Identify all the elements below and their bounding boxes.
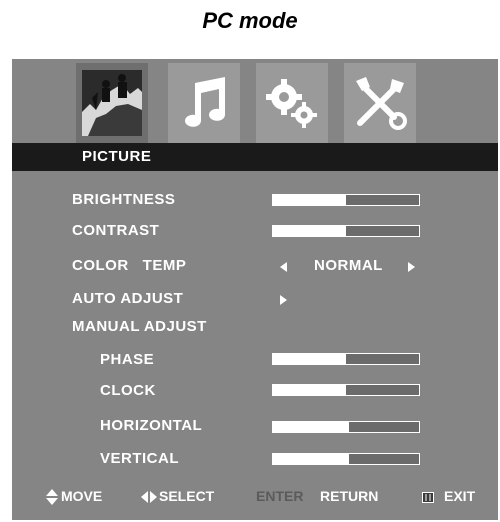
- contrast-slider[interactable]: [272, 225, 420, 237]
- tab-picture[interactable]: [76, 63, 148, 143]
- clock-level: [273, 385, 346, 395]
- brightness-label[interactable]: BRIGHTNESS: [72, 191, 175, 208]
- manual-adjust-label[interactable]: MANUAL ADJUST: [72, 318, 207, 335]
- menu-key-icon: [422, 492, 434, 503]
- left-right-arrow-icon: [141, 491, 157, 503]
- osd-menu: PICTURE BRIGHTNESS CONTRAST COLOR TEMP N…: [12, 59, 498, 520]
- phase-level: [273, 354, 346, 364]
- gears-icon: [266, 79, 317, 128]
- vertical-level: [273, 454, 349, 464]
- footer-select-label: SELECT: [159, 488, 215, 504]
- arrow-right-icon[interactable]: [408, 262, 415, 272]
- footer-enter-label: ENTER: [256, 488, 304, 504]
- arrow-left-icon[interactable]: [280, 262, 287, 272]
- clock-slider[interactable]: [272, 384, 420, 396]
- vertical-label[interactable]: VERTICAL: [100, 450, 179, 467]
- horizontal-level: [273, 422, 349, 432]
- music-note-icon: [185, 77, 225, 127]
- footer-return-label: RETURN: [320, 488, 379, 504]
- tab-sound[interactable]: [168, 63, 240, 143]
- menu-title: PICTURE: [82, 148, 152, 165]
- brightness-slider[interactable]: [272, 194, 420, 206]
- footer-move-label: MOVE: [61, 488, 103, 504]
- color-temp-value: NORMAL: [314, 257, 383, 274]
- vertical-slider[interactable]: [272, 453, 420, 465]
- phase-slider[interactable]: [272, 353, 420, 365]
- tab-options[interactable]: [256, 63, 328, 143]
- contrast-level: [273, 226, 346, 236]
- contrast-label[interactable]: CONTRAST: [72, 222, 159, 239]
- page-caption: PC mode: [202, 8, 298, 33]
- color-temp-label[interactable]: COLOR TEMP: [72, 257, 186, 274]
- auto-adjust-label[interactable]: AUTO ADJUST: [72, 290, 183, 307]
- brightness-level: [273, 195, 346, 205]
- up-down-arrow-icon: [46, 489, 58, 505]
- auto-adjust-arrow-icon[interactable]: [280, 295, 287, 305]
- tools-icon: [356, 77, 407, 130]
- picture-icon: [82, 70, 142, 136]
- phase-label[interactable]: PHASE: [100, 351, 154, 368]
- footer-exit-label: EXIT: [444, 488, 476, 504]
- horizontal-label[interactable]: HORIZONTAL: [100, 417, 202, 434]
- clock-label[interactable]: CLOCK: [100, 382, 156, 399]
- horizontal-slider[interactable]: [272, 421, 420, 433]
- tab-setup[interactable]: [344, 63, 416, 143]
- menu-title-bar: PICTURE: [12, 143, 498, 171]
